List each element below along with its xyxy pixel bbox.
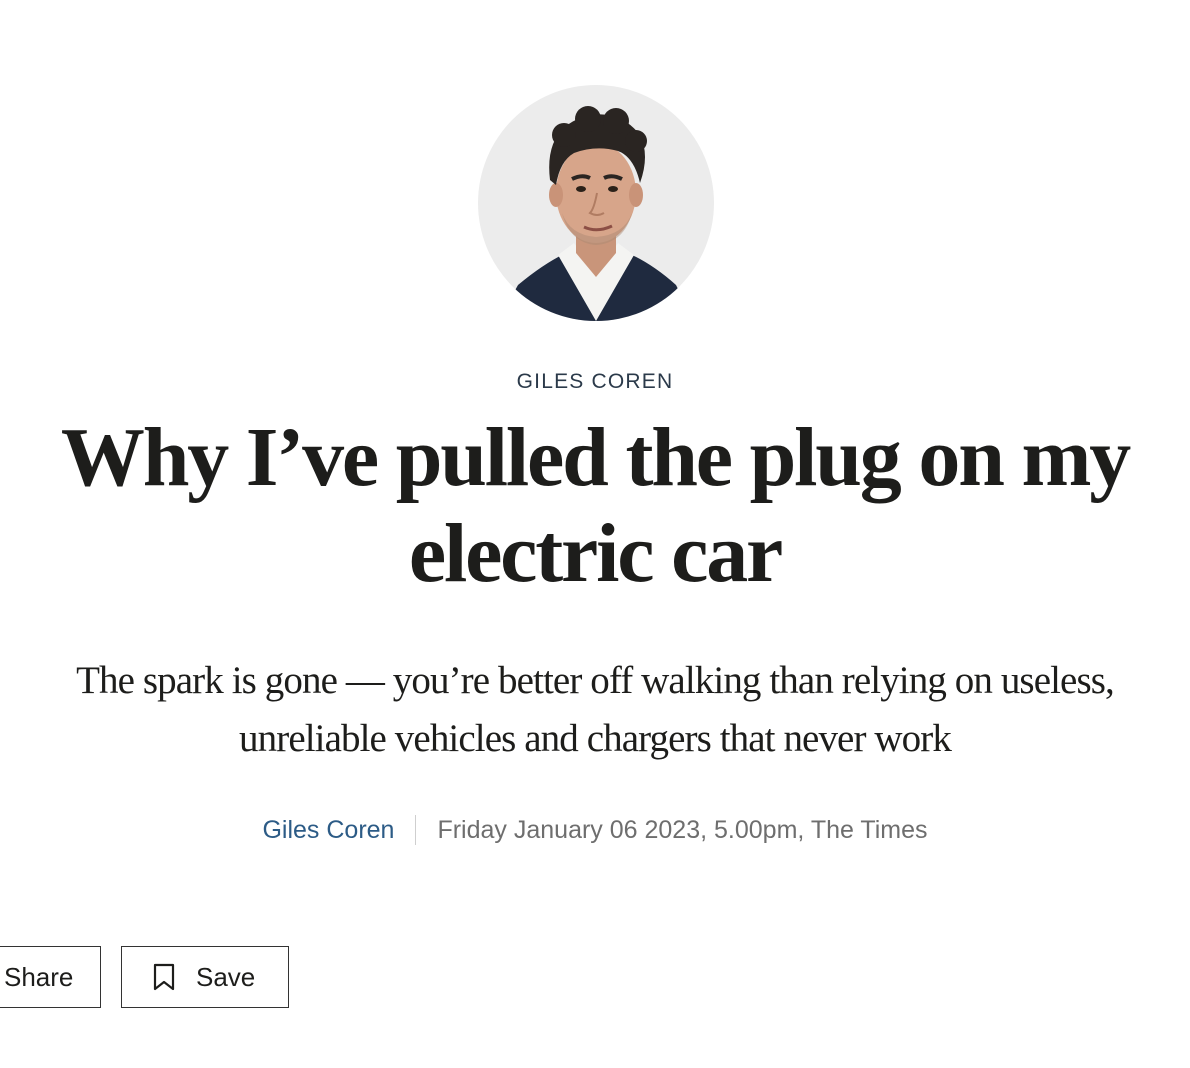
save-button-label: Save [196, 961, 256, 992]
share-button-label: Share [4, 961, 74, 992]
byline-date-source: Friday January 06 2023, 5.00pm, The Time… [437, 815, 928, 844]
author-portrait [498, 106, 694, 321]
author-avatar [478, 85, 714, 321]
bookmark-icon [152, 963, 176, 991]
author-tag[interactable]: GILES COREN [0, 370, 1190, 394]
byline: Giles Coren Friday January 06 2023, 5.00… [0, 815, 1190, 845]
article-headline: Why I’ve pulled the plug on my electric … [60, 411, 1131, 600]
save-button[interactable]: Save [121, 946, 289, 1008]
share-button[interactable]: Share [0, 946, 101, 1008]
byline-divider [415, 815, 417, 845]
byline-author-link[interactable]: Giles Coren [262, 816, 394, 845]
article-standfirst: The spark is gone — you’re better off wa… [76, 659, 1115, 760]
